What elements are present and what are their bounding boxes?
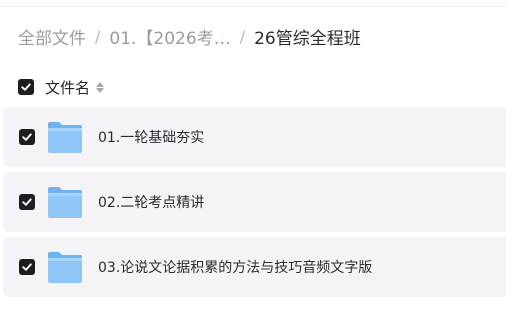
breadcrumb-item-current: 26管综全程班 [254,28,361,49]
folder-icon [48,252,82,283]
row-checkbox[interactable] [19,194,35,210]
list-item[interactable]: 03.论说文论据积累的方法与技巧音频文字版 [3,237,506,297]
select-all-checkbox[interactable] [18,79,34,95]
row-checkbox[interactable] [19,129,35,145]
check-icon [21,83,31,91]
list-header: 文件名 [18,76,105,98]
check-icon [22,198,32,206]
breadcrumb-separator: / [95,26,101,46]
list-item[interactable]: 01.一轮基础夯实 [3,107,506,167]
folder-icon [48,122,82,153]
folder-icon [48,187,82,218]
top-border [0,0,506,7]
row-checkbox[interactable] [19,259,35,275]
check-icon [22,133,32,141]
breadcrumb-item-all-files[interactable]: 全部文件 [18,24,86,49]
check-icon [22,263,32,271]
breadcrumb-item-parent[interactable]: 01.【2026考… [109,24,230,49]
sort-icon[interactable] [96,81,105,93]
breadcrumb-separator: / [239,26,246,46]
column-header-filename[interactable]: 文件名 [45,77,90,98]
file-name[interactable]: 02.二轮考点精讲 [98,192,204,212]
list-item[interactable]: 02.二轮考点精讲 [3,172,506,232]
breadcrumb: 全部文件 / 01.【2026考… / 26管综全程班 [18,24,361,49]
file-name[interactable]: 01.一轮基础夯实 [98,127,204,147]
file-name[interactable]: 03.论说文论据积累的方法与技巧音频文字版 [98,257,372,277]
